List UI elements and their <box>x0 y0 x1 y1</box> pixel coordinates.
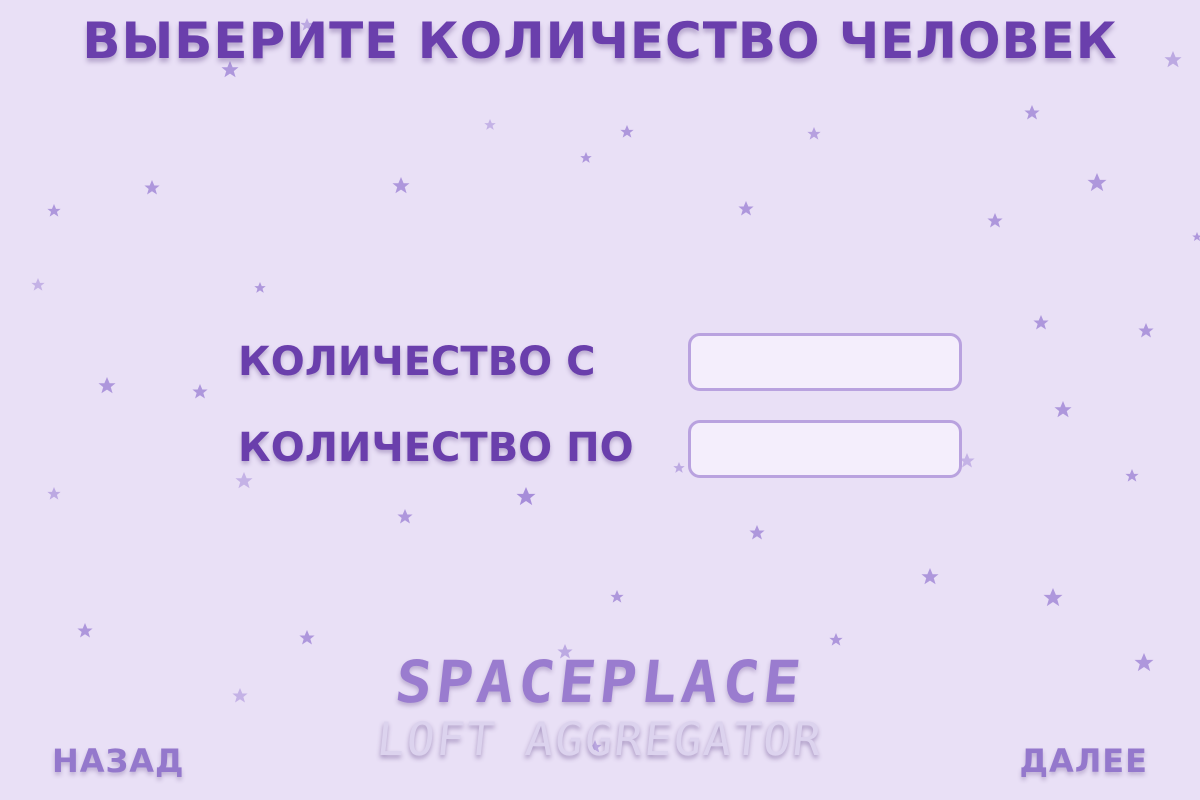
star-icon <box>673 462 685 473</box>
back-button[interactable]: НАЗАД <box>52 742 185 780</box>
star-icon <box>749 525 765 540</box>
star-icon <box>1125 469 1139 482</box>
star-icon <box>1134 653 1154 672</box>
star-icon <box>392 177 410 194</box>
next-button[interactable]: ДАЛЕЕ <box>1019 742 1148 780</box>
star-icon <box>192 384 208 399</box>
star-icon <box>77 623 93 638</box>
star-icon <box>144 180 160 195</box>
star-icon <box>98 377 116 394</box>
count-from-input[interactable] <box>688 333 962 391</box>
count-from-label: КОЛИЧЕСТВО С <box>238 339 596 385</box>
star-icon <box>807 127 821 140</box>
star-icon <box>299 630 315 645</box>
star-icon <box>397 509 413 524</box>
star-icon <box>1024 105 1040 120</box>
star-icon <box>254 282 266 293</box>
star-icon <box>1033 315 1049 330</box>
star-icon <box>31 278 45 291</box>
star-icon <box>738 201 754 216</box>
star-icon <box>610 590 624 603</box>
page-title: ВЫБЕРИТЕ КОЛИЧЕСТВО ЧЕЛОВЕК <box>82 12 1118 70</box>
star-icon <box>1138 323 1154 338</box>
star-icon <box>580 152 592 163</box>
star-icon <box>1054 401 1072 418</box>
star-icon <box>1043 588 1063 607</box>
star-icon <box>1192 232 1200 242</box>
logo-name: SPACEPLACE <box>391 648 809 716</box>
star-icon <box>829 633 843 646</box>
star-icon <box>921 568 939 585</box>
star-icon <box>232 688 248 703</box>
spaceplace-logo: SPACEPLACE LOFT AGGREGATOR <box>300 648 900 766</box>
star-icon <box>1087 173 1107 192</box>
count-to-input[interactable] <box>688 420 962 478</box>
star-icon <box>620 125 634 138</box>
star-icon <box>987 213 1003 228</box>
star-icon <box>516 487 536 506</box>
count-to-label: КОЛИЧЕСТВО ПО <box>238 425 634 471</box>
star-icon <box>47 204 61 217</box>
star-icon <box>484 119 496 130</box>
logo-tagline: LOFT AGGREGATOR <box>374 712 826 766</box>
star-icon <box>235 472 253 489</box>
star-icon <box>47 487 61 500</box>
